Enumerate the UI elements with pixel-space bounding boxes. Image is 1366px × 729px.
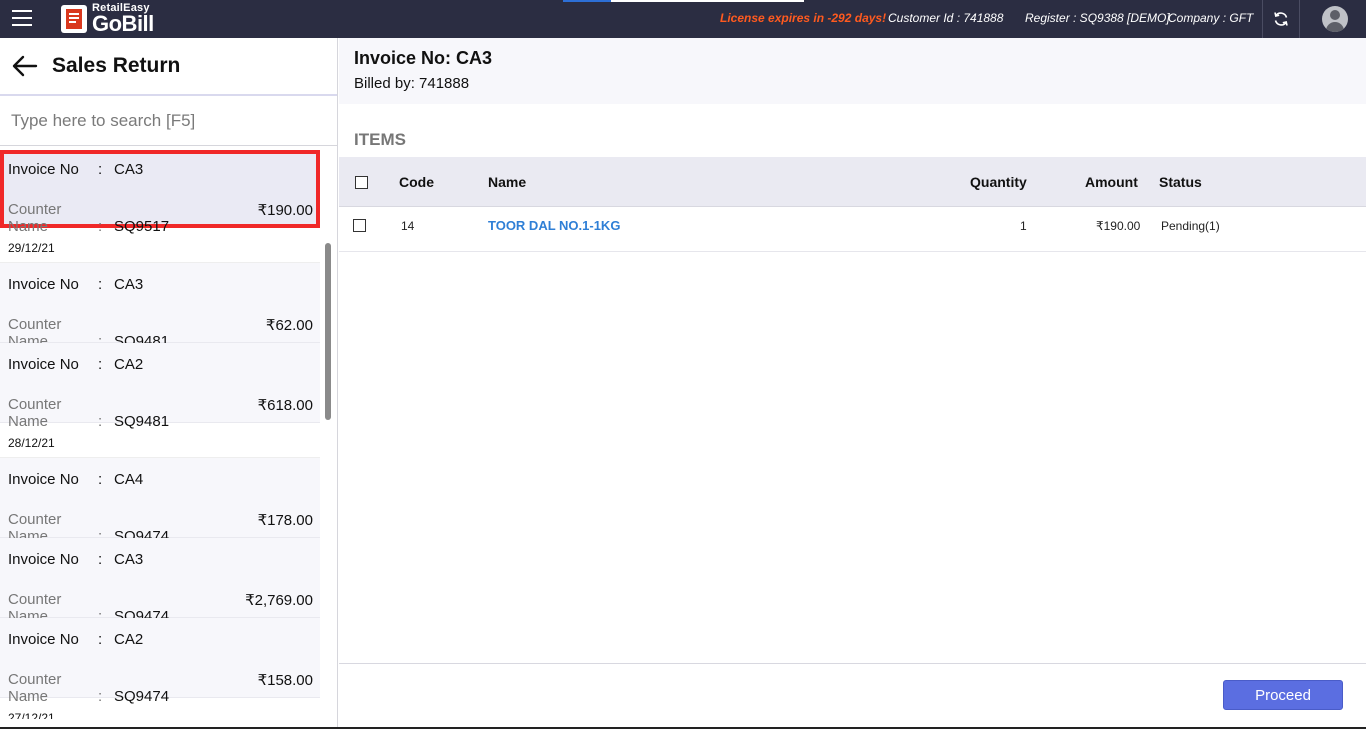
refresh-button[interactable] bbox=[1262, 0, 1300, 38]
counter-name-label: Counter Name bbox=[8, 396, 62, 430]
invoice-card[interactable]: Invoice No: CA2 Counter Name: SQ9474 ₹158.… bbox=[0, 618, 320, 705]
row-checkbox[interactable] bbox=[353, 219, 366, 232]
company-info: Company : GFT bbox=[1168, 11, 1254, 25]
column-quantity: Quantity bbox=[970, 174, 1027, 190]
column-name: Name bbox=[488, 174, 527, 190]
invoice-amount: ₹190.00 bbox=[257, 202, 313, 219]
license-warning: License expires in -292 days! bbox=[720, 11, 887, 25]
invoice-card[interactable]: Invoice No: CA2 Counter Name: SQ9481 ₹618.… bbox=[0, 343, 320, 430]
counter-name-value: SQ9474 bbox=[114, 688, 170, 705]
invoice-list: Invoice No: CA3 Counter Name: SQ9517 ₹190.… bbox=[0, 148, 320, 719]
invoice-list-panel: Sales Return Invoice No:CA3 Counter Name… bbox=[0, 38, 338, 729]
logo-title: GoBill bbox=[92, 11, 154, 36]
invoice-amount: ₹62.00 bbox=[265, 317, 313, 334]
list-scrollbar[interactable] bbox=[325, 243, 331, 420]
logo-mark-icon bbox=[61, 5, 87, 33]
refresh-icon bbox=[1274, 12, 1288, 26]
invoice-no-value: CA4 bbox=[114, 471, 144, 488]
search-box bbox=[0, 96, 337, 146]
item-name-link[interactable]: TOOR DAL NO.1-1KG bbox=[488, 218, 620, 233]
invoice-header: Invoice No: CA3 Billed by: 741888 bbox=[339, 38, 1366, 104]
invoice-no-label: Invoice No bbox=[8, 276, 79, 293]
loading-progress-bar bbox=[563, 0, 804, 2]
invoice-amount: ₹158.00 bbox=[257, 672, 313, 689]
item-quantity: 1 bbox=[1020, 219, 1027, 233]
page-title: Sales Return bbox=[52, 54, 181, 77]
hamburger-menu-icon[interactable] bbox=[12, 10, 32, 28]
invoice-amount: ₹178.00 bbox=[257, 512, 313, 529]
user-avatar-icon[interactable] bbox=[1322, 6, 1348, 32]
counter-name-value: SQ9481 bbox=[114, 413, 170, 430]
invoice-no-label: Invoice No bbox=[8, 356, 79, 373]
invoice-no-label: Invoice No bbox=[8, 161, 79, 178]
invoice-detail-panel: Invoice No: CA3 Billed by: 741888 ITEMS … bbox=[339, 38, 1366, 729]
items-table-header: Code Name Quantity Amount Status bbox=[339, 157, 1366, 207]
invoice-amount: ₹2,769.00 bbox=[245, 592, 313, 609]
invoice-no-label: Invoice No bbox=[8, 471, 79, 488]
register-info: Register : SQ9388 [DEMO] bbox=[1025, 11, 1170, 25]
invoice-no-value: CA3 bbox=[114, 276, 144, 293]
invoice-no-label: Invoice No bbox=[8, 631, 79, 648]
invoice-card-selected[interactable]: Invoice No: CA3 Counter Name: SQ9517 ₹190.… bbox=[0, 150, 320, 235]
customer-id: Customer Id : 741888 bbox=[888, 11, 1004, 25]
item-code: 14 bbox=[401, 219, 415, 233]
invoice-card[interactable]: Invoice No: CA3 Counter Name: SQ9481 ₹62.0… bbox=[0, 263, 320, 350]
column-amount: Amount bbox=[1085, 174, 1138, 190]
select-all-checkbox[interactable] bbox=[355, 176, 368, 189]
invoice-amount: ₹618.00 bbox=[257, 397, 313, 414]
counter-name-value: SQ9517 bbox=[114, 218, 170, 235]
invoice-title: Invoice No: CA3 bbox=[354, 48, 493, 68]
proceed-button[interactable]: Proceed bbox=[1223, 680, 1343, 710]
search-input[interactable] bbox=[0, 96, 337, 145]
counter-name-label: Counter Name bbox=[8, 671, 62, 705]
item-status: Pending(1) bbox=[1161, 219, 1220, 233]
invoice-no-value: CA3 bbox=[114, 551, 144, 568]
invoice-card[interactable]: Invoice No: CA4 Counter Name: SQ9474 ₹178.… bbox=[0, 458, 320, 545]
table-row: 14 TOOR DAL NO.1-1KG 1 ₹190.00 Pending(1… bbox=[339, 207, 1366, 252]
top-bar: RetailEasy GoBill License expires in -29… bbox=[0, 0, 1366, 38]
invoice-no-value: CA3 bbox=[114, 161, 144, 178]
billed-by: Billed by: 741888 bbox=[354, 75, 470, 92]
counter-name-label: Counter Name bbox=[8, 201, 62, 235]
invoice-no-label: Invoice No bbox=[8, 551, 79, 568]
app-logo: RetailEasy GoBill bbox=[61, 3, 154, 35]
invoice-no-value: CA2 bbox=[114, 356, 144, 373]
page-header: Sales Return bbox=[0, 38, 337, 96]
invoice-card[interactable]: Invoice No: CA3 Counter Name: SQ9474 ₹2,76… bbox=[0, 538, 320, 625]
column-status: Status bbox=[1159, 174, 1202, 190]
item-amount: ₹190.00 bbox=[1096, 219, 1141, 233]
invoice-no-value: CA2 bbox=[114, 631, 144, 648]
column-code: Code bbox=[399, 174, 434, 190]
detail-footer: Proceed bbox=[339, 663, 1366, 729]
items-section-title: ITEMS bbox=[354, 130, 406, 149]
back-arrow-icon[interactable] bbox=[12, 52, 40, 80]
